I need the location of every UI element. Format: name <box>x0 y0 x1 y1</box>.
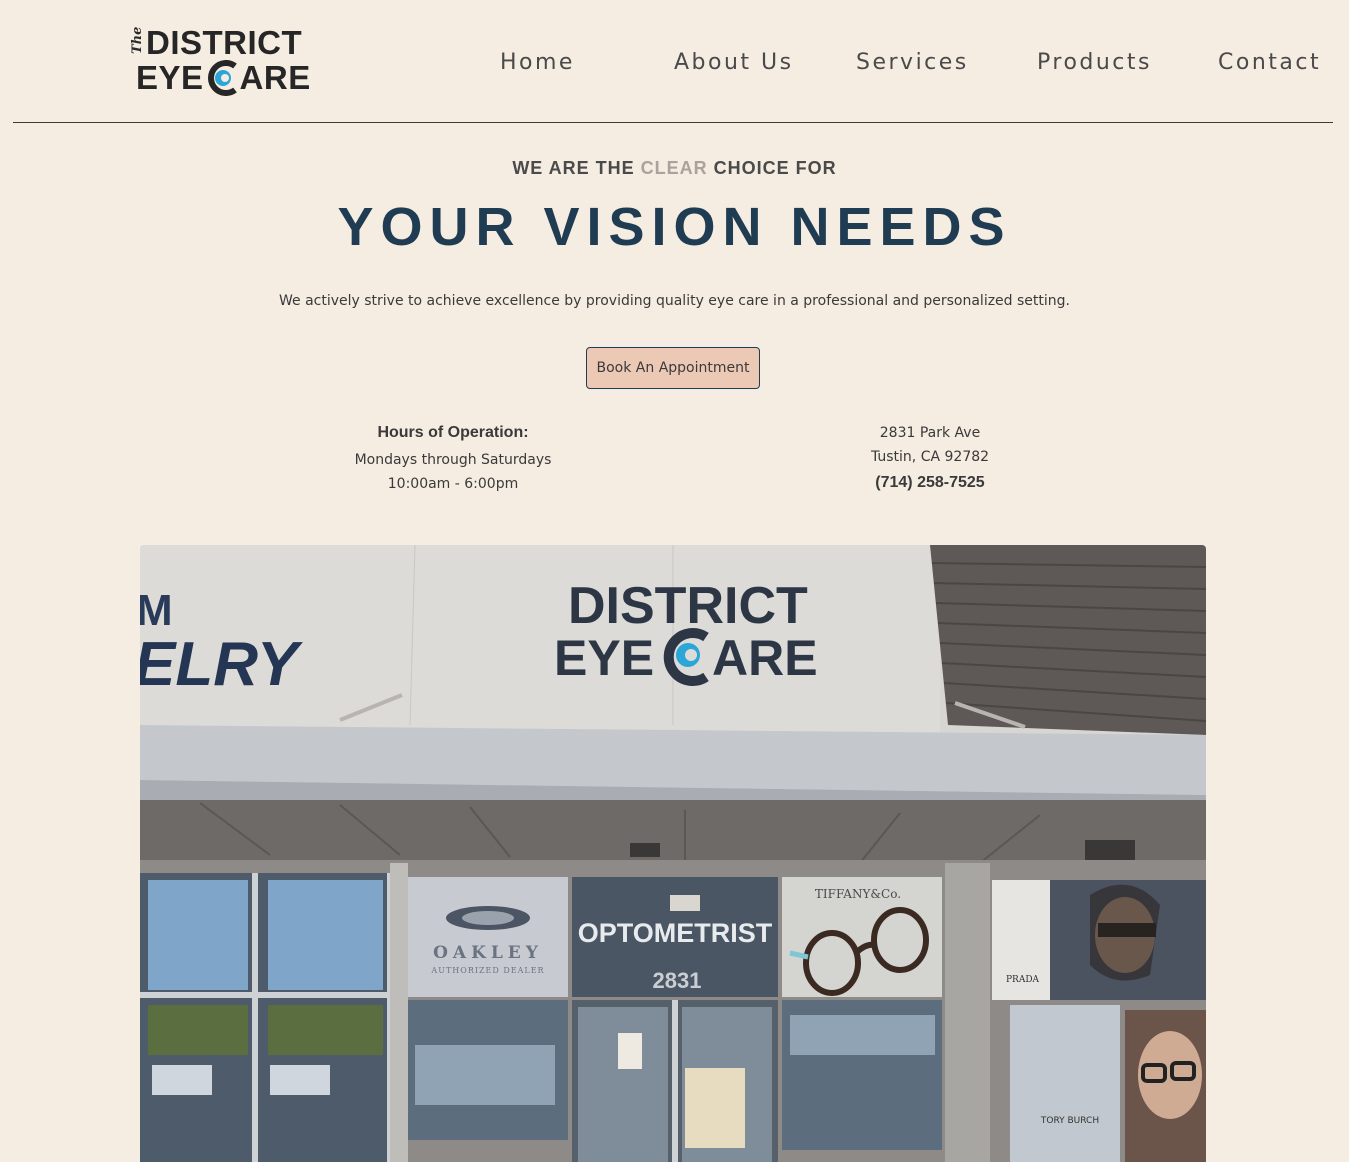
phone-link[interactable]: (714) 258-7525 <box>875 474 984 491</box>
building-sign-eye: EYE <box>554 630 654 686</box>
kicker-after: CHOICE FOR <box>707 158 837 178</box>
oakley-brand-text: OAKLEY <box>433 943 543 963</box>
hours-days: Mondays through Saturdays <box>354 452 552 468</box>
address-street: 2831 Park Ave <box>879 425 981 441</box>
hours-of-operation: Hours of Operation: Mondays through Satu… <box>303 424 603 496</box>
header-divider <box>13 122 1333 123</box>
oakley-sub-text: AUTHORIZED DEALER <box>430 966 544 975</box>
tory-burch-brand-text: TORY BURCH <box>1040 1116 1099 1126</box>
hero-headline: YOUR VISION NEEDS <box>337 197 1012 257</box>
kicker-before: WE ARE THE <box>512 158 641 178</box>
neighbor-sign-bottom: ELRY <box>140 630 304 699</box>
tiffany-brand-text: TIFFANY&Co. <box>815 887 901 901</box>
storefront-number-text: 2831 <box>653 968 702 993</box>
building-sign-are: ARE <box>712 630 818 686</box>
nav-home-link[interactable]: Home <box>500 50 575 75</box>
building-sign-line-1: DISTRICT <box>568 577 808 635</box>
nav-contact-link[interactable]: Contact <box>1218 50 1321 75</box>
hero-tagline: We actively strive to achieve excellence… <box>278 293 1070 309</box>
site-header: The DISTRICT EYE ARE Home About Us Servi… <box>0 0 1349 123</box>
kicker-highlight: CLEAR <box>640 158 708 178</box>
neighbor-sign-top: M <box>140 586 173 635</box>
storefront-illustration: M ELRY DISTRICT EYE ARE OAKLEY AUTHORIZE… <box>140 545 1206 1162</box>
storefront-photo: M ELRY DISTRICT EYE ARE OAKLEY AUTHORIZE… <box>140 545 1206 1162</box>
address-block: 2831 Park Ave Tustin, CA 92782 (714) 258… <box>780 421 1080 497</box>
nav-services-link[interactable]: Services <box>856 50 969 75</box>
hours-times: 10:00am - 6:00pm <box>387 476 519 492</box>
book-appointment-button[interactable]: Book An Appointment <box>586 347 760 389</box>
hero-kicker: WE ARE THE CLEAR CHOICE FOR <box>0 158 1349 179</box>
nav-products-link[interactable]: Products <box>1037 50 1152 75</box>
hours-title: Hours of Operation: <box>377 424 529 441</box>
nav-about-us-link[interactable]: About Us <box>674 50 794 75</box>
optometrist-window-text: OPTOMETRIST <box>578 918 773 948</box>
prada-brand-text: PRADA <box>1006 975 1040 985</box>
main-nav: Home About Us Services Products Contact <box>0 50 1349 80</box>
address-city: Tustin, CA 92782 <box>870 449 990 465</box>
